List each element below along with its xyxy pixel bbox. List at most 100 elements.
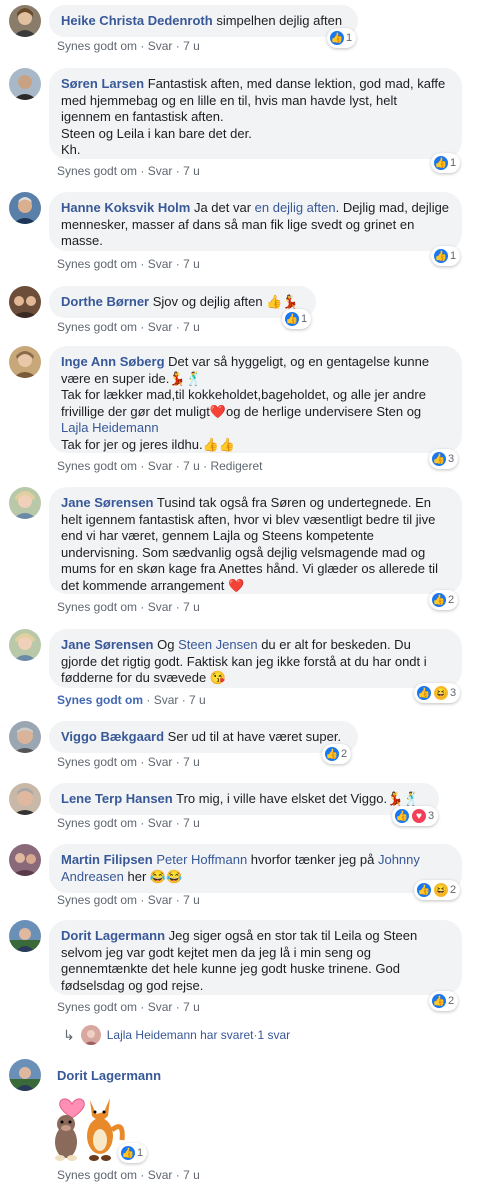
comment-bubble: Dorit Lagermann Jeg siger også en stor t… bbox=[49, 920, 462, 995]
comment-actions: Synes godt om · Svar · 7 u bbox=[57, 816, 200, 830]
timestamp[interactable]: 7 u bbox=[183, 39, 200, 53]
comment-bubble: Martin Filipsen Peter Hoffmann hvorfor t… bbox=[49, 844, 462, 893]
mention-link[interactable]: Peter Hoffmann bbox=[156, 852, 247, 867]
timestamp[interactable]: 7 u bbox=[183, 816, 200, 830]
timestamp[interactable]: 7 u bbox=[183, 459, 200, 473]
reply-button[interactable]: Svar bbox=[148, 459, 173, 473]
avatar[interactable] bbox=[9, 68, 41, 100]
comment-actions: Synes godt om · Svar · 7 u bbox=[57, 164, 200, 178]
like-reaction-icon: 👍 bbox=[433, 248, 449, 264]
timestamp[interactable]: 7 u bbox=[183, 257, 200, 271]
dancer-emoji: 💃🕺 bbox=[387, 791, 420, 806]
like-reaction-icon: 👍 bbox=[431, 451, 447, 467]
reaction-count[interactable]: 👍 1 bbox=[118, 1143, 148, 1163]
reaction-count[interactable]: 👍 ♥ 3 bbox=[392, 806, 439, 826]
avatar[interactable] bbox=[9, 920, 41, 952]
reply-button[interactable]: Svar bbox=[148, 755, 173, 769]
comment-bubble: Heike Christa Dedenroth simpelhen dejlig… bbox=[49, 5, 358, 37]
reply-button[interactable]: Svar bbox=[154, 693, 179, 707]
avatar[interactable] bbox=[9, 629, 41, 661]
author-name[interactable]: Heike Christa Dedenroth bbox=[61, 13, 213, 28]
reply-button[interactable]: Svar bbox=[148, 893, 173, 907]
reaction-count[interactable]: 👍 1 bbox=[431, 153, 461, 173]
author-name[interactable]: Viggo Bækgaard bbox=[61, 729, 164, 744]
like-button[interactable]: Synes godt om bbox=[57, 1168, 137, 1182]
avatar[interactable] bbox=[9, 487, 41, 519]
timestamp[interactable]: 7 u bbox=[183, 755, 200, 769]
like-button[interactable]: Synes godt om bbox=[57, 755, 137, 769]
reaction-count[interactable]: 👍 1 bbox=[282, 309, 312, 329]
author-name[interactable]: Jane Sørensen bbox=[61, 637, 154, 652]
like-button[interactable]: Synes godt om bbox=[57, 600, 137, 614]
reply-button[interactable]: Svar bbox=[148, 257, 173, 271]
like-button[interactable]: Synes godt om bbox=[57, 257, 137, 271]
like-button[interactable]: Synes godt om bbox=[57, 693, 143, 707]
timestamp[interactable]: 7 u bbox=[183, 1000, 200, 1014]
reply-button[interactable]: Svar bbox=[148, 1168, 173, 1182]
avatar[interactable] bbox=[9, 1059, 41, 1091]
timestamp[interactable]: 7 u bbox=[183, 164, 200, 178]
thumbs-up-emoji: 👍👍 bbox=[202, 436, 235, 452]
author-name[interactable]: Jane Sørensen bbox=[61, 495, 154, 510]
like-button[interactable]: Synes godt om bbox=[57, 1000, 137, 1014]
reply-button[interactable]: Svar bbox=[148, 164, 173, 178]
avatar[interactable] bbox=[9, 783, 41, 815]
avatar[interactable] bbox=[9, 721, 41, 753]
reaction-count[interactable]: 👍 2 bbox=[429, 590, 459, 610]
reaction-count[interactable]: 👍 1 bbox=[431, 246, 461, 266]
like-reaction-icon: 👍 bbox=[431, 993, 447, 1009]
heart-emoji: ❤️ bbox=[209, 403, 227, 419]
kiss-emoji: 😘 bbox=[209, 670, 227, 685]
avatar[interactable] bbox=[9, 346, 41, 378]
avatar[interactable] bbox=[9, 192, 41, 224]
comment-actions: Synes godt om · Svar · 7 u bbox=[57, 1000, 200, 1014]
avatar[interactable] bbox=[9, 286, 41, 318]
like-reaction-icon: 👍 bbox=[394, 808, 410, 824]
author-name[interactable]: Hanne Koksvik Holm bbox=[61, 200, 190, 215]
comment-bubble: Jane Sørensen Og Steen Jensen du er alt … bbox=[49, 629, 462, 688]
like-button[interactable]: Synes godt om bbox=[57, 39, 137, 53]
author-name[interactable]: Dorthe Børner bbox=[61, 294, 149, 309]
avatar[interactable] bbox=[9, 844, 41, 876]
author-name[interactable]: Dorit Lagermann bbox=[57, 1068, 161, 1083]
reaction-count[interactable]: 👍 2 bbox=[429, 991, 459, 1011]
reply-thread-text: Lajla Heidemann har svaret bbox=[106, 1028, 254, 1042]
like-button[interactable]: Synes godt om bbox=[57, 893, 137, 907]
like-button[interactable]: Synes godt om bbox=[57, 164, 137, 178]
like-reaction-icon: 👍 bbox=[329, 30, 345, 46]
reaction-count[interactable]: 👍 😆 2 bbox=[414, 880, 461, 900]
mention-link[interactable]: Lajla Heidemann bbox=[61, 420, 159, 435]
hashtag-link[interactable]: en dejlig aften bbox=[255, 200, 336, 215]
avatar bbox=[80, 1025, 101, 1045]
comment-actions: Synes godt om · Svar · 7 u · Redigeret bbox=[57, 459, 263, 473]
author-name[interactable]: Inge Ann Søberg bbox=[61, 354, 165, 369]
author-name[interactable]: Søren Larsen bbox=[61, 76, 144, 91]
reaction-count[interactable]: 👍 😆 3 bbox=[414, 683, 461, 703]
dancer-emoji: 💃🕺 bbox=[169, 370, 202, 386]
timestamp[interactable]: 7 u bbox=[183, 600, 200, 614]
author-name[interactable]: Dorit Lagermann bbox=[61, 928, 165, 943]
reply-thread-link[interactable]: ↳ Lajla Heidemann har svaret · 1 svar bbox=[63, 1025, 290, 1045]
like-button[interactable]: Synes godt om bbox=[57, 320, 137, 334]
reply-button[interactable]: Svar bbox=[148, 39, 173, 53]
timestamp[interactable]: 7 u bbox=[189, 693, 206, 707]
reaction-count[interactable]: 👍 2 bbox=[322, 744, 352, 764]
comment-actions: Synes godt om · Svar · 7 u bbox=[57, 257, 200, 271]
reply-button[interactable]: Svar bbox=[148, 816, 173, 830]
timestamp[interactable]: 7 u bbox=[183, 1168, 200, 1182]
comment-bubble: Inge Ann Søberg Det var så hyggeligt, og… bbox=[49, 346, 462, 453]
like-button[interactable]: Synes godt om bbox=[57, 459, 137, 473]
sticker-image[interactable] bbox=[48, 1090, 128, 1168]
timestamp[interactable]: 7 u bbox=[183, 893, 200, 907]
reply-button[interactable]: Svar bbox=[148, 600, 173, 614]
reaction-count[interactable]: 👍 1 bbox=[327, 28, 357, 48]
author-name[interactable]: Lene Terp Hansen bbox=[61, 791, 173, 806]
author-name[interactable]: Martin Filipsen bbox=[61, 852, 153, 867]
reaction-count[interactable]: 👍 3 bbox=[429, 449, 459, 469]
avatar[interactable] bbox=[9, 5, 41, 37]
timestamp[interactable]: 7 u bbox=[183, 320, 200, 334]
like-button[interactable]: Synes godt om bbox=[57, 816, 137, 830]
reply-button[interactable]: Svar bbox=[148, 1000, 173, 1014]
reply-button[interactable]: Svar bbox=[148, 320, 173, 334]
mention-link[interactable]: Steen Jensen bbox=[178, 637, 258, 652]
